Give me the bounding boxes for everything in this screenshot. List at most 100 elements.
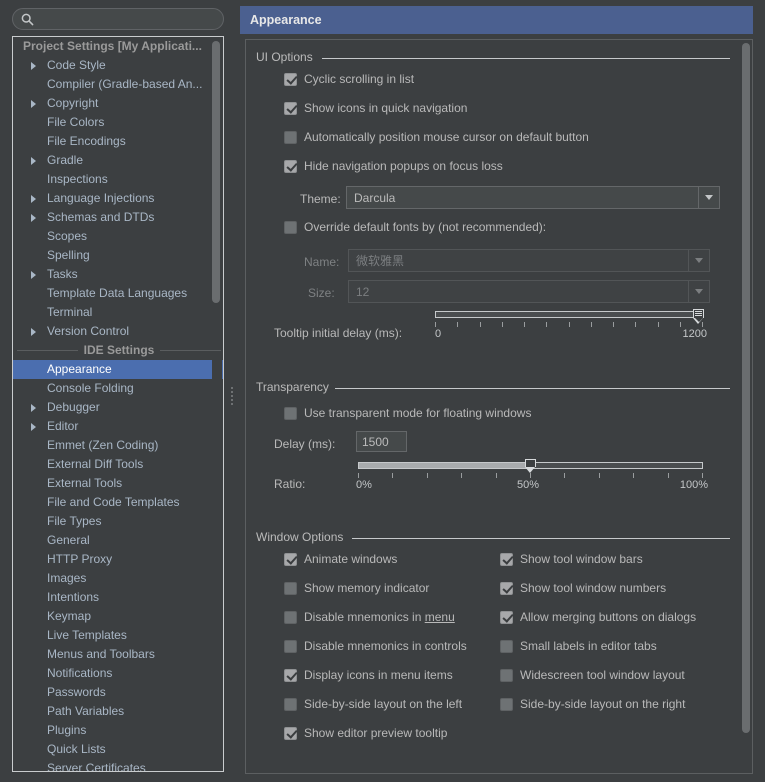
sidebar-item-live-templates[interactable]: Live Templates	[13, 626, 223, 645]
sidebar-item-file-colors[interactable]: File Colors	[13, 113, 223, 132]
sidebar-item-terminal[interactable]: Terminal	[13, 303, 223, 322]
checkbox-show-tool-window-bars[interactable]: Show tool window bars	[500, 552, 643, 566]
checkbox-side-by-side-layout-left[interactable]: Side-by-side layout on the left	[284, 697, 462, 711]
checkbox-display-icons-in-menu-items[interactable]: Display icons in menu items	[284, 668, 453, 682]
checkbox-indicator[interactable]	[284, 552, 297, 566]
checkbox-indicator[interactable]	[500, 639, 513, 653]
content-scrollbar-thumb[interactable]	[742, 43, 750, 733]
checkbox-indicator[interactable]	[284, 406, 297, 420]
sidebar-item-http-proxy[interactable]: HTTP Proxy	[13, 550, 223, 569]
chevron-down-icon[interactable]	[698, 187, 719, 208]
slider-thumb[interactable]	[525, 459, 536, 475]
font-name-combobox[interactable]: 微软雅黑	[348, 249, 710, 272]
checkbox-auto-position-mouse-cursor[interactable]: Automatically position mouse cursor on d…	[284, 130, 589, 144]
sidebar-item-debugger[interactable]: Debugger	[13, 398, 223, 417]
chevron-down-icon[interactable]	[688, 250, 709, 271]
checkbox-indicator[interactable]	[284, 697, 297, 711]
sidebar-item-images[interactable]: Images	[13, 569, 223, 588]
sidebar-item-external-diff-tools[interactable]: External Diff Tools	[13, 455, 223, 474]
search-box[interactable]	[12, 8, 224, 30]
chevron-right-icon[interactable]	[31, 423, 36, 431]
sidebar-item-tasks[interactable]: Tasks	[13, 265, 223, 284]
checkbox-indicator[interactable]	[284, 101, 297, 115]
sidebar-item-intentions[interactable]: Intentions	[13, 588, 223, 607]
sidebar-item-template-data-languages[interactable]: Template Data Languages	[13, 284, 223, 303]
checkbox-indicator[interactable]	[284, 668, 297, 682]
chevron-right-icon[interactable]	[31, 100, 36, 108]
checkbox-disable-mnemonics-in-menu[interactable]: Disable mnemonics in menu	[284, 610, 455, 624]
sidebar-item-code-style[interactable]: Code Style	[13, 56, 223, 75]
chevron-right-icon[interactable]	[31, 328, 36, 336]
checkbox-use-transparent-mode[interactable]: Use transparent mode for floating window…	[284, 406, 531, 420]
sidebar-item-editor[interactable]: Editor	[13, 417, 223, 436]
content-scrollbar[interactable]	[740, 40, 752, 773]
sidebar-item-spelling[interactable]: Spelling	[13, 246, 223, 265]
checkbox-hide-navigation-popups[interactable]: Hide navigation popups on focus loss	[284, 159, 503, 173]
sidebar-item-console-folding[interactable]: Console Folding	[13, 379, 223, 398]
checkbox-indicator[interactable]	[284, 610, 297, 624]
checkbox-show-editor-preview-tooltip[interactable]: Show editor preview tooltip	[284, 726, 447, 740]
sidebar-item-notifications[interactable]: Notifications	[13, 664, 223, 683]
chevron-right-icon[interactable]	[31, 404, 36, 412]
checkbox-indicator[interactable]	[500, 668, 513, 682]
checkbox-indicator[interactable]	[284, 130, 297, 144]
sidebar-item-general[interactable]: General	[13, 531, 223, 550]
checkbox-allow-merging-buttons-on-dialogs[interactable]: Allow merging buttons on dialogs	[500, 610, 696, 624]
sidebar-item-passwords[interactable]: Passwords	[13, 683, 223, 702]
checkbox-cyclic-scrolling-in-list[interactable]: Cyclic scrolling in list	[284, 72, 414, 86]
sidebar-scrollbar-thumb[interactable]	[212, 41, 220, 303]
transparency-delay-input[interactable]	[356, 431, 407, 452]
sidebar-item-schemas-and-dtds[interactable]: Schemas and DTDs	[13, 208, 223, 227]
sidebar-item-server-certificates[interactable]: Server Certificates	[13, 759, 223, 771]
sidebar-item-gradle[interactable]: Gradle	[13, 151, 223, 170]
slider-track[interactable]	[435, 311, 703, 318]
sidebar-item-language-injections[interactable]: Language Injections	[13, 189, 223, 208]
theme-combobox[interactable]: Darcula	[346, 186, 720, 209]
sidebar-item-menus-and-toolbars[interactable]: Menus and Toolbars	[13, 645, 223, 664]
checkbox-show-tool-window-numbers[interactable]: Show tool window numbers	[500, 581, 666, 595]
checkbox-indicator[interactable]	[500, 697, 513, 711]
sidebar-item-file-encodings[interactable]: File Encodings	[13, 132, 223, 151]
checkbox-side-by-side-layout-right[interactable]: Side-by-side layout on the right	[500, 697, 685, 711]
chevron-right-icon[interactable]	[31, 195, 36, 203]
checkbox-indicator[interactable]	[284, 581, 297, 595]
chevron-down-icon[interactable]	[688, 281, 709, 302]
checkbox-small-labels-in-editor-tabs[interactable]: Small labels in editor tabs	[500, 639, 657, 653]
sidebar-item-path-variables[interactable]: Path Variables	[13, 702, 223, 721]
checkbox-indicator[interactable]	[284, 220, 297, 234]
sidebar-scrollbar[interactable]	[212, 38, 222, 771]
sidebar-item-appearance[interactable]: Appearance	[13, 360, 223, 379]
checkbox-override-default-fonts[interactable]: Override default fonts by (not recommend…	[284, 220, 546, 234]
checkbox-indicator[interactable]	[284, 72, 297, 86]
checkbox-disable-mnemonics-in-controls[interactable]: Disable mnemonics in controls	[284, 639, 467, 653]
sidebar-item-copyright[interactable]: Copyright	[13, 94, 223, 113]
sidebar-item-external-tools[interactable]: External Tools	[13, 474, 223, 493]
sidebar-item-quick-lists[interactable]: Quick Lists	[13, 740, 223, 759]
pane-splitter[interactable]	[228, 0, 236, 782]
checkbox-show-memory-indicator[interactable]: Show memory indicator	[284, 581, 429, 595]
sidebar-item-file-and-code-templates[interactable]: File and Code Templates	[13, 493, 223, 512]
checkbox-indicator[interactable]	[500, 552, 513, 566]
sidebar-item-file-types[interactable]: File Types	[13, 512, 223, 531]
checkbox-indicator[interactable]	[284, 726, 297, 740]
checkbox-indicator[interactable]	[284, 639, 297, 653]
font-size-combobox[interactable]: 12	[348, 280, 710, 303]
chevron-right-icon[interactable]	[31, 157, 36, 165]
checkbox-indicator[interactable]	[500, 610, 513, 624]
sidebar-item-keymap[interactable]: Keymap	[13, 607, 223, 626]
checkbox-indicator[interactable]	[500, 581, 513, 595]
sidebar-item-scopes[interactable]: Scopes	[13, 227, 223, 246]
sidebar-item-compiler-gradle-based-an[interactable]: Compiler (Gradle-based An...	[13, 75, 223, 94]
sidebar-item-emmet-zen-coding[interactable]: Emmet (Zen Coding)	[13, 436, 223, 455]
checkbox-widescreen-tool-window-layout[interactable]: Widescreen tool window layout	[500, 668, 685, 682]
checkbox-animate-windows[interactable]: Animate windows	[284, 552, 397, 566]
slider-thumb[interactable]	[693, 309, 704, 325]
chevron-right-icon[interactable]	[31, 271, 36, 279]
chevron-right-icon[interactable]	[31, 62, 36, 70]
sidebar-item-inspections[interactable]: Inspections	[13, 170, 223, 189]
checkbox-show-icons-in-quick-navigation[interactable]: Show icons in quick navigation	[284, 101, 467, 115]
chevron-right-icon[interactable]	[31, 214, 36, 222]
sidebar-item-plugins[interactable]: Plugins	[13, 721, 223, 740]
sidebar-item-version-control[interactable]: Version Control	[13, 322, 223, 341]
search-input[interactable]	[37, 10, 223, 28]
